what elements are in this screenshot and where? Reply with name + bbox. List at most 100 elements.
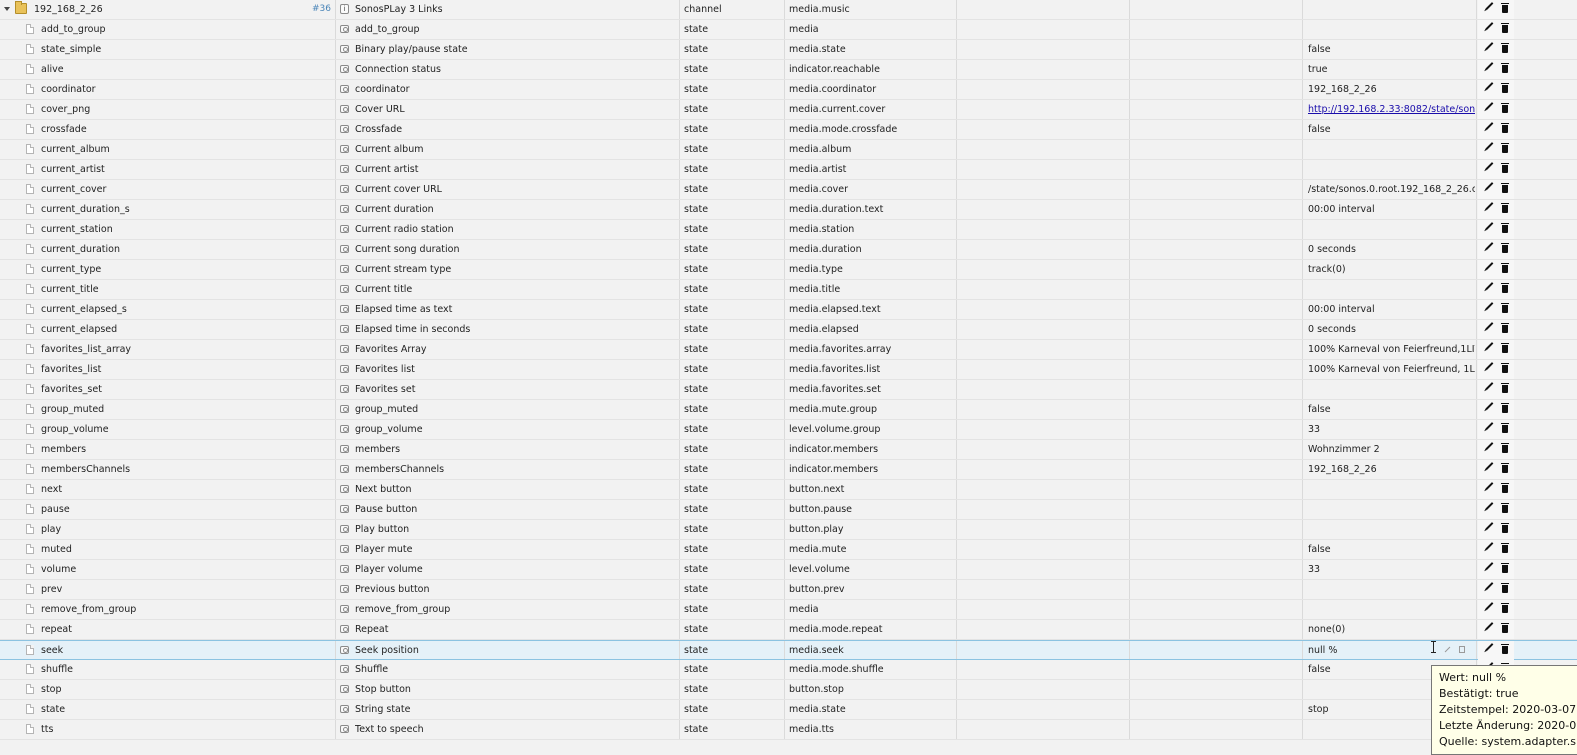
pencil-icon[interactable]	[1485, 342, 1494, 350]
state-value[interactable]: http://192.168.2.33:8082/state/sonos.0.r…	[1308, 100, 1475, 119]
trash-icon[interactable]	[1501, 483, 1509, 493]
table-row[interactable]: cover_png Cover URL state media.current.cov…	[0, 100, 1577, 120]
table-row[interactable]: crossfade Crossfade state media.mode.crossf…	[0, 120, 1577, 140]
pencil-icon[interactable]	[1485, 402, 1494, 410]
table-row[interactable]: favorites_list_array Favorites Array state…	[0, 340, 1577, 360]
table-row[interactable]: membersChannels membersChannels state indic…	[0, 460, 1577, 480]
pencil-icon[interactable]	[1485, 502, 1494, 510]
copy-icon[interactable]	[1459, 646, 1465, 653]
table-row[interactable]: current_album Current album state media.alb…	[0, 140, 1577, 160]
table-row[interactable]: tts Text to speech state media.tts	[0, 720, 1577, 740]
pencil-icon[interactable]	[1485, 162, 1494, 170]
table-row[interactable]: prev Previous button state button.prev	[0, 580, 1577, 600]
pencil-icon[interactable]	[1485, 242, 1494, 250]
table-row[interactable]: current_station Current radio station stat…	[0, 220, 1577, 240]
trash-icon[interactable]	[1501, 283, 1509, 293]
pencil-icon[interactable]	[1485, 302, 1494, 310]
table-row[interactable]: current_elapsed Elapsed time in seconds st…	[0, 320, 1577, 340]
trash-icon[interactable]	[1501, 463, 1509, 473]
trash-icon[interactable]	[1501, 243, 1509, 253]
table-row[interactable]: current_elapsed_s Elapsed time as text sta…	[0, 300, 1577, 320]
pencil-icon[interactable]	[1485, 122, 1494, 130]
pencil-icon[interactable]	[1485, 2, 1494, 10]
pencil-icon[interactable]	[1485, 222, 1494, 230]
pencil-icon[interactable]	[1485, 362, 1494, 370]
table-row[interactable]: repeat Repeat state media.mode.repeat none(0…	[0, 620, 1577, 640]
trash-icon[interactable]	[1501, 123, 1509, 133]
trash-icon[interactable]	[1501, 163, 1509, 173]
table-row[interactable]: remove_from_group remove_from_group state m…	[0, 600, 1577, 620]
trash-icon[interactable]	[1501, 3, 1509, 13]
pencil-icon[interactable]	[1485, 202, 1494, 210]
table-row[interactable]: current_cover Current cover URL state media…	[0, 180, 1577, 200]
pencil-icon[interactable]	[1485, 62, 1494, 70]
table-row[interactable]: members members state indicator.members Wohn…	[0, 440, 1577, 460]
trash-icon[interactable]	[1501, 83, 1509, 93]
trash-icon[interactable]	[1501, 203, 1509, 213]
table-row[interactable]: current_duration Current song duration sta…	[0, 240, 1577, 260]
trash-icon[interactable]	[1501, 523, 1509, 533]
table-row[interactable]: play Play button state button.play	[0, 520, 1577, 540]
trash-icon[interactable]	[1501, 263, 1509, 273]
trash-icon[interactable]	[1501, 623, 1509, 633]
trash-icon[interactable]	[1501, 363, 1509, 373]
trash-icon[interactable]	[1501, 43, 1509, 53]
table-row[interactable]: muted Player mute state media.mute false	[0, 540, 1577, 560]
trash-icon[interactable]	[1501, 543, 1509, 553]
table-row[interactable]: state_simple Binary play/pause state state…	[0, 40, 1577, 60]
trash-icon[interactable]	[1501, 403, 1509, 413]
pencil-icon[interactable]	[1485, 522, 1494, 530]
trash-icon[interactable]	[1501, 644, 1509, 654]
pencil-icon[interactable]	[1485, 643, 1494, 651]
table-row[interactable]: current_duration_s Current duration state m…	[0, 200, 1577, 220]
table-row[interactable]: next Next button state button.next	[0, 480, 1577, 500]
table-row[interactable]: state String state state media.state stop	[0, 700, 1577, 720]
pencil-icon[interactable]	[1485, 322, 1494, 330]
pencil-icon[interactable]	[1485, 442, 1494, 450]
trash-icon[interactable]	[1501, 143, 1509, 153]
pencil-icon[interactable]	[1485, 622, 1494, 630]
pencil-icon[interactable]	[1485, 382, 1494, 390]
trash-icon[interactable]	[1501, 343, 1509, 353]
pencil-icon[interactable]	[1485, 482, 1494, 490]
table-row[interactable]: current_type Current stream type state medi…	[0, 260, 1577, 280]
table-row[interactable]: favorites_set Favorites set state media.fav…	[0, 380, 1577, 400]
trash-icon[interactable]	[1501, 383, 1509, 393]
pencil-icon[interactable]	[1485, 42, 1494, 50]
table-row[interactable]: seek Seek position state media.seek null %	[0, 640, 1577, 660]
trash-icon[interactable]	[1501, 323, 1509, 333]
pencil-icon[interactable]	[1485, 102, 1494, 110]
pencil-icon[interactable]	[1485, 602, 1494, 610]
trash-icon[interactable]	[1501, 23, 1509, 33]
trash-icon[interactable]	[1501, 563, 1509, 573]
pencil-icon[interactable]	[1485, 562, 1494, 570]
table-row[interactable]: volume Player volume state level.volume 33	[0, 560, 1577, 580]
table-row[interactable]: add_to_group add_to_group state media	[0, 20, 1577, 40]
table-row[interactable]: current_artist Current artist state media.a…	[0, 160, 1577, 180]
trash-icon[interactable]	[1501, 303, 1509, 313]
triangle-down-icon[interactable]	[4, 7, 10, 11]
pencil-icon[interactable]	[1485, 422, 1494, 430]
channel-row[interactable]: 192_168_2_26 #36 i SonosPLay 3 Links cha…	[0, 0, 1577, 20]
trash-icon[interactable]	[1501, 223, 1509, 233]
trash-icon[interactable]	[1501, 503, 1509, 513]
trash-icon[interactable]	[1501, 63, 1509, 73]
pencil-icon[interactable]	[1485, 142, 1494, 150]
trash-icon[interactable]	[1501, 423, 1509, 433]
table-row[interactable]: group_volume group_volume state level.volum…	[0, 420, 1577, 440]
table-row[interactable]: alive Connection status state indicator.rea…	[0, 60, 1577, 80]
pencil-icon[interactable]	[1485, 22, 1494, 30]
pencil-icon[interactable]	[1485, 582, 1494, 590]
table-row[interactable]: favorites_list Favorites list state media.f…	[0, 360, 1577, 380]
trash-icon[interactable]	[1501, 603, 1509, 613]
trash-icon[interactable]	[1501, 443, 1509, 453]
table-row[interactable]: coordinator coordinator state media.coordin…	[0, 80, 1577, 100]
trash-icon[interactable]	[1501, 583, 1509, 593]
table-row[interactable]: stop Stop button state button.stop	[0, 680, 1577, 700]
pencil-icon[interactable]	[1485, 282, 1494, 290]
trash-icon[interactable]	[1501, 103, 1509, 113]
pencil-icon[interactable]	[1485, 262, 1494, 270]
pencil-icon[interactable]	[1485, 182, 1494, 190]
table-row[interactable]: pause Pause button state button.pause	[0, 500, 1577, 520]
pencil-icon[interactable]	[1485, 462, 1494, 470]
